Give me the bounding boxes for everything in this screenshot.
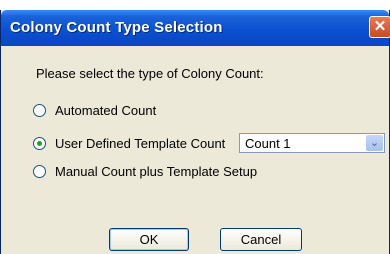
option-manual-count[interactable]: Manual Count plus Template Setup — [33, 164, 257, 179]
template-select[interactable]: Count 1 ⌄ — [239, 133, 385, 153]
cancel-button[interactable]: Cancel — [220, 228, 302, 251]
ok-button[interactable]: OK — [109, 228, 189, 251]
dialog-title: Colony Count Type Selection — [10, 19, 223, 36]
close-icon: ✕ — [373, 18, 387, 35]
close-button[interactable]: ✕ — [369, 16, 390, 38]
title-bar[interactable]: Colony Count Type Selection ✕ — [1, 10, 390, 46]
radio-automated-count[interactable] — [33, 104, 46, 117]
prompt-label: Please select the type of Colony Count: — [36, 66, 264, 81]
radio-manual-count[interactable] — [33, 165, 46, 178]
option-label: Manual Count plus Template Setup — [55, 164, 258, 179]
radio-user-defined-template-count[interactable] — [33, 137, 46, 150]
option-label: User Defined Template Count — [55, 136, 226, 151]
background-strip — [0, 0, 390, 10]
chevron-down-icon[interactable]: ⌄ — [366, 135, 383, 151]
option-user-defined-template-count[interactable]: User Defined Template Count — [33, 136, 225, 151]
template-select-value: Count 1 — [245, 136, 291, 151]
option-automated-count[interactable]: Automated Count — [33, 103, 156, 118]
option-label: Automated Count — [55, 103, 157, 118]
dialog-window: Colony Count Type Selection ✕ Please sel… — [0, 10, 390, 254]
